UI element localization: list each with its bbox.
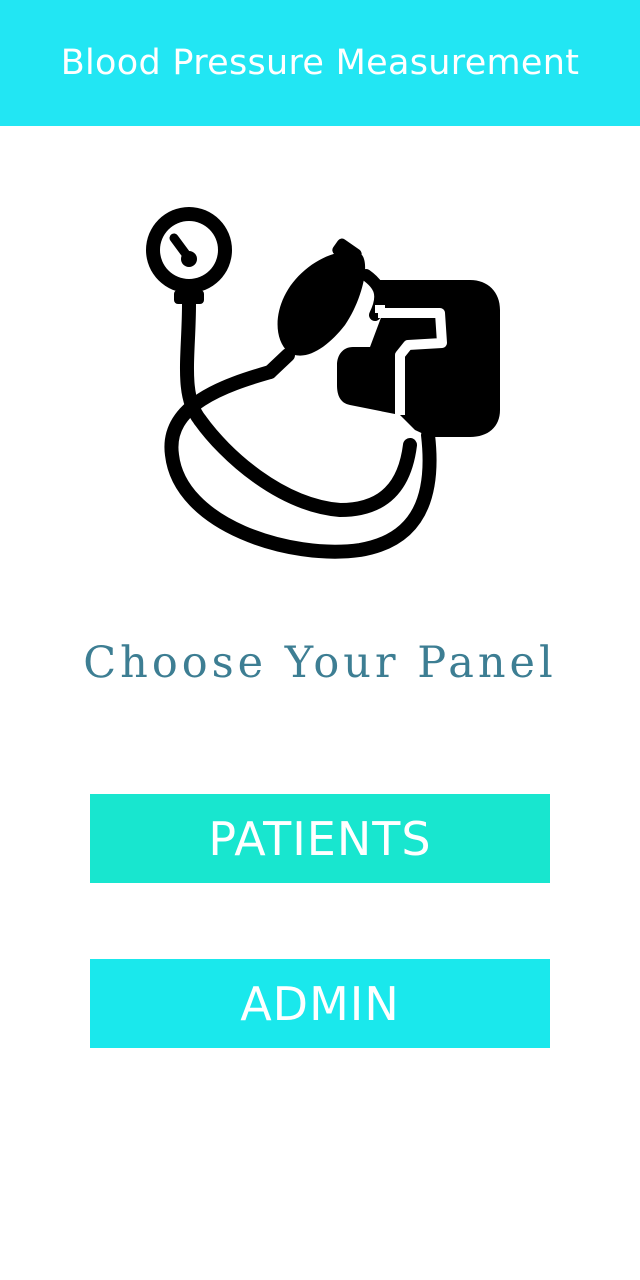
screen: Blood Pressure Measurement Choose Your P… — [0, 0, 640, 1280]
admin-button[interactable]: ADMIN — [90, 959, 550, 1048]
blood-pressure-monitor-icon — [146, 207, 500, 559]
app-title: Blood Pressure Measurement — [60, 43, 580, 83]
page-title: Choose Your Panel — [83, 638, 557, 688]
patients-button[interactable]: PATIENTS — [90, 794, 550, 883]
app-bar: Blood Pressure Measurement — [0, 0, 640, 126]
